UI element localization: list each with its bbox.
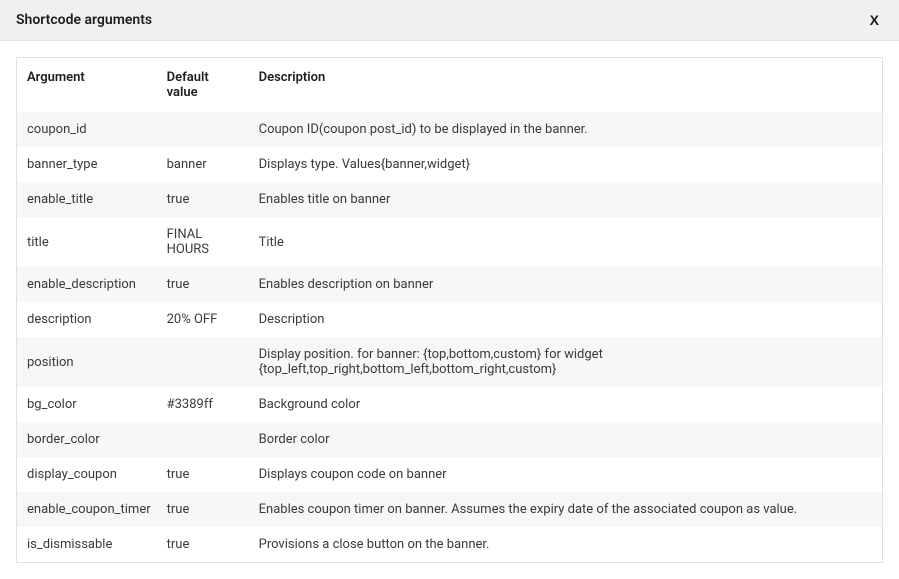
cell-default-value: 20% OFF xyxy=(159,302,251,337)
table-row: titleFINAL HOURSTitle xyxy=(17,217,883,267)
cell-argument: banner_type xyxy=(17,147,159,182)
table-row: bg_color#3389ffBackground color xyxy=(17,387,883,422)
cell-description: Coupon ID(coupon post_id) to be displaye… xyxy=(251,112,883,147)
arguments-table: Argument Default value Description coupo… xyxy=(16,57,883,563)
cell-default-value xyxy=(159,422,251,457)
table-row: border_color Border color xyxy=(17,422,883,457)
cell-argument: border_color xyxy=(17,422,159,457)
column-header-argument: Argument xyxy=(17,58,159,113)
cell-description: Enables coupon timer on banner. Assumes … xyxy=(251,492,883,527)
table-row: enable_coupon_timertrueEnables coupon ti… xyxy=(17,492,883,527)
cell-argument: display_coupon xyxy=(17,457,159,492)
table-row: coupon_id Coupon ID(coupon post_id) to be… xyxy=(17,112,883,147)
cell-default-value: true xyxy=(159,182,251,217)
cell-default-value: FINAL HOURS xyxy=(159,217,251,267)
cell-description: Display position. for banner: {top,botto… xyxy=(251,337,883,387)
cell-description: Enables title on banner xyxy=(251,182,883,217)
cell-description: Displays coupon code on banner xyxy=(251,457,883,492)
cell-default-value: true xyxy=(159,457,251,492)
cell-description: Border color xyxy=(251,422,883,457)
table-row: enable_descriptiontrueEnables descriptio… xyxy=(17,267,883,302)
close-button[interactable]: X xyxy=(866,12,883,28)
cell-argument: description xyxy=(17,302,159,337)
cell-argument: bg_color xyxy=(17,387,159,422)
cell-default-value: true xyxy=(159,527,251,563)
table-row: enable_titletrueEnables title on banner xyxy=(17,182,883,217)
table-row: banner_typebannerDisplays type. Values{b… xyxy=(17,147,883,182)
cell-default-value: banner xyxy=(159,147,251,182)
dialog-title: Shortcode arguments xyxy=(16,12,152,28)
column-header-description: Description xyxy=(251,58,883,113)
cell-argument: position xyxy=(17,337,159,387)
cell-default-value xyxy=(159,112,251,147)
table-row: is_dismissabletrueProvisions a close but… xyxy=(17,527,883,563)
cell-description: Provisions a close button on the banner. xyxy=(251,527,883,563)
cell-default-value: true xyxy=(159,492,251,527)
table-header-row: Argument Default value Description xyxy=(17,58,883,113)
table-row: display_coupontrueDisplays coupon code o… xyxy=(17,457,883,492)
cell-argument: enable_coupon_timer xyxy=(17,492,159,527)
cell-argument: enable_description xyxy=(17,267,159,302)
cell-default-value xyxy=(159,337,251,387)
cell-default-value: #3389ff xyxy=(159,387,251,422)
cell-argument: enable_title xyxy=(17,182,159,217)
table-row: position Display position. for banner: {t… xyxy=(17,337,883,387)
cell-default-value: true xyxy=(159,267,251,302)
column-header-default-value: Default value xyxy=(159,58,251,113)
dialog-header: Shortcode arguments X xyxy=(0,0,899,41)
cell-argument: title xyxy=(17,217,159,267)
cell-description: Description xyxy=(251,302,883,337)
cell-description: Title xyxy=(251,217,883,267)
table-row: description20% OFFDescription xyxy=(17,302,883,337)
cell-description: Enables description on banner xyxy=(251,267,883,302)
cell-description: Background color xyxy=(251,387,883,422)
cell-argument: is_dismissable xyxy=(17,527,159,563)
dialog-content: Argument Default value Description coupo… xyxy=(0,41,899,579)
cell-argument: coupon_id xyxy=(17,112,159,147)
cell-description: Displays type. Values{banner,widget} xyxy=(251,147,883,182)
